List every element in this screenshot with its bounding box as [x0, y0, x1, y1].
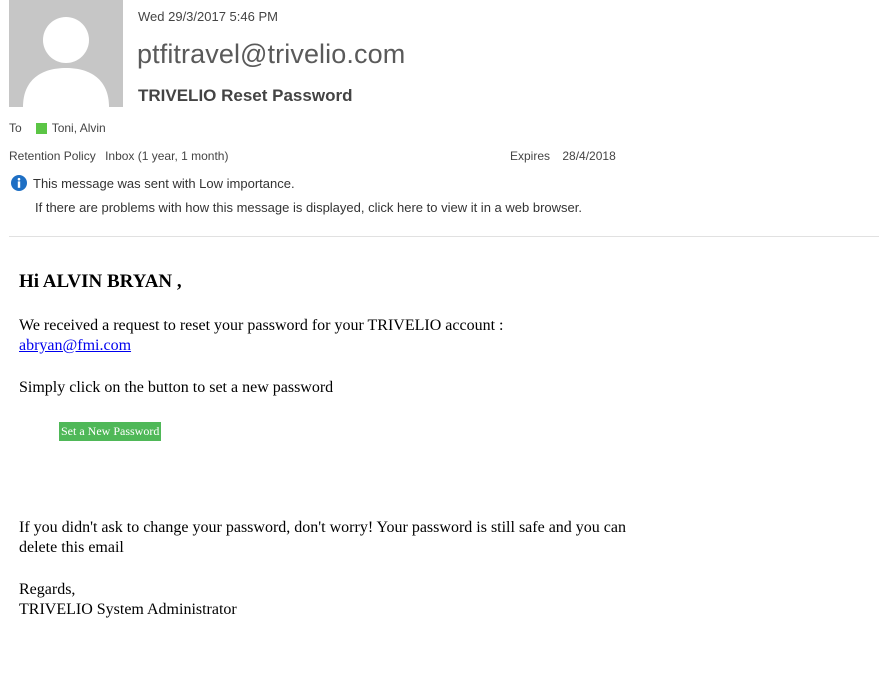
retention-row: Retention Policy Inbox (1 year, 1 month)…	[9, 149, 709, 163]
expires-label: Expires	[510, 149, 551, 163]
instruction-text: Simply click on the button to set a new …	[19, 379, 334, 396]
message-body: Hi ALVIN BRYAN , We received a request t…	[19, 258, 879, 620]
greeting: Hi ALVIN BRYAN ,	[19, 271, 182, 292]
importance-notice: This message was sent with Low importanc…	[11, 175, 295, 191]
view-in-browser-link[interactable]: If there are problems with how this mess…	[35, 200, 582, 215]
sent-date: Wed 29/3/2017 5:46 PM	[138, 9, 278, 24]
expires-value: 28/4/2018	[562, 149, 616, 163]
request-paragraph: We received a request to reset your pass…	[19, 316, 879, 356]
closing: Regards,	[19, 581, 76, 598]
header-divider	[9, 236, 879, 237]
request-text: We received a request to reset your pass…	[19, 317, 504, 334]
message-subject: TRIVELIO Reset Password	[138, 86, 353, 105]
to-row: To Toni, Alvin	[9, 121, 106, 135]
sender-avatar[interactable]	[9, 0, 123, 107]
account-email-link[interactable]: abryan@fmi.com	[19, 337, 131, 354]
expires-info: Expires 28/4/2018	[510, 149, 616, 163]
reassurance-line-2: delete this email	[19, 539, 124, 556]
message-header: Wed 29/3/2017 5:46 PM ptfitravel@triveli…	[0, 0, 879, 237]
retention-policy-value: Inbox (1 year, 1 month)	[105, 149, 229, 163]
sender-address[interactable]: ptfitravel@trivelio.com	[137, 39, 405, 70]
to-label: To	[9, 121, 22, 135]
person-icon	[9, 0, 123, 107]
importance-text: This message was sent with Low importanc…	[33, 175, 295, 191]
recipient-name[interactable]: Toni, Alvin	[52, 121, 106, 135]
presence-indicator-icon	[35, 122, 47, 134]
signature: TRIVELIO System Administrator	[19, 601, 237, 618]
set-new-password-button[interactable]: Set a New Password	[59, 422, 162, 441]
retention-policy-label: Retention Policy	[9, 149, 96, 163]
signature-block: Regards, TRIVELIO System Administrator	[19, 580, 879, 620]
reassurance-paragraph: If you didn't ask to change your passwor…	[19, 518, 879, 558]
info-icon	[11, 175, 27, 191]
reassurance-line-1: If you didn't ask to change your passwor…	[19, 519, 627, 536]
